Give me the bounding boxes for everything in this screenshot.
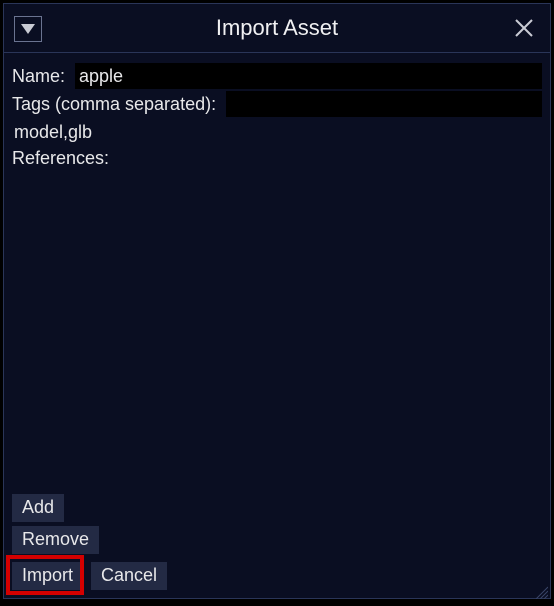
button-stack: Add Remove Import Cancel [12, 490, 167, 590]
resize-grip[interactable] [532, 580, 548, 596]
name-label: Name: [12, 63, 65, 89]
import-button[interactable]: Import [12, 562, 83, 590]
close-icon [513, 17, 535, 39]
dialog-title: Import Asset [216, 15, 338, 41]
add-button[interactable]: Add [12, 494, 64, 522]
titlebar: Import Asset [4, 4, 550, 53]
import-asset-dialog: Import Asset Name: Tags (comma separated… [3, 3, 551, 599]
triangle-down-icon [20, 23, 36, 35]
tags-input-bg[interactable] [226, 91, 542, 117]
name-row: Name: [12, 63, 542, 89]
references-row: References: [12, 145, 542, 171]
remove-button[interactable]: Remove [12, 526, 99, 554]
close-button[interactable] [510, 14, 538, 42]
collapse-button[interactable] [14, 16, 42, 42]
tags-value: model,glb [12, 119, 542, 145]
cancel-button[interactable]: Cancel [91, 562, 167, 590]
tags-label-row: Tags (comma separated): [12, 91, 542, 117]
references-label: References: [12, 145, 109, 171]
tags-label: Tags (comma separated): [12, 91, 216, 117]
resize-grip-icon [532, 583, 548, 599]
dialog-body: Name: Tags (comma separated): model,glb … [4, 53, 550, 598]
name-input[interactable] [75, 63, 542, 89]
